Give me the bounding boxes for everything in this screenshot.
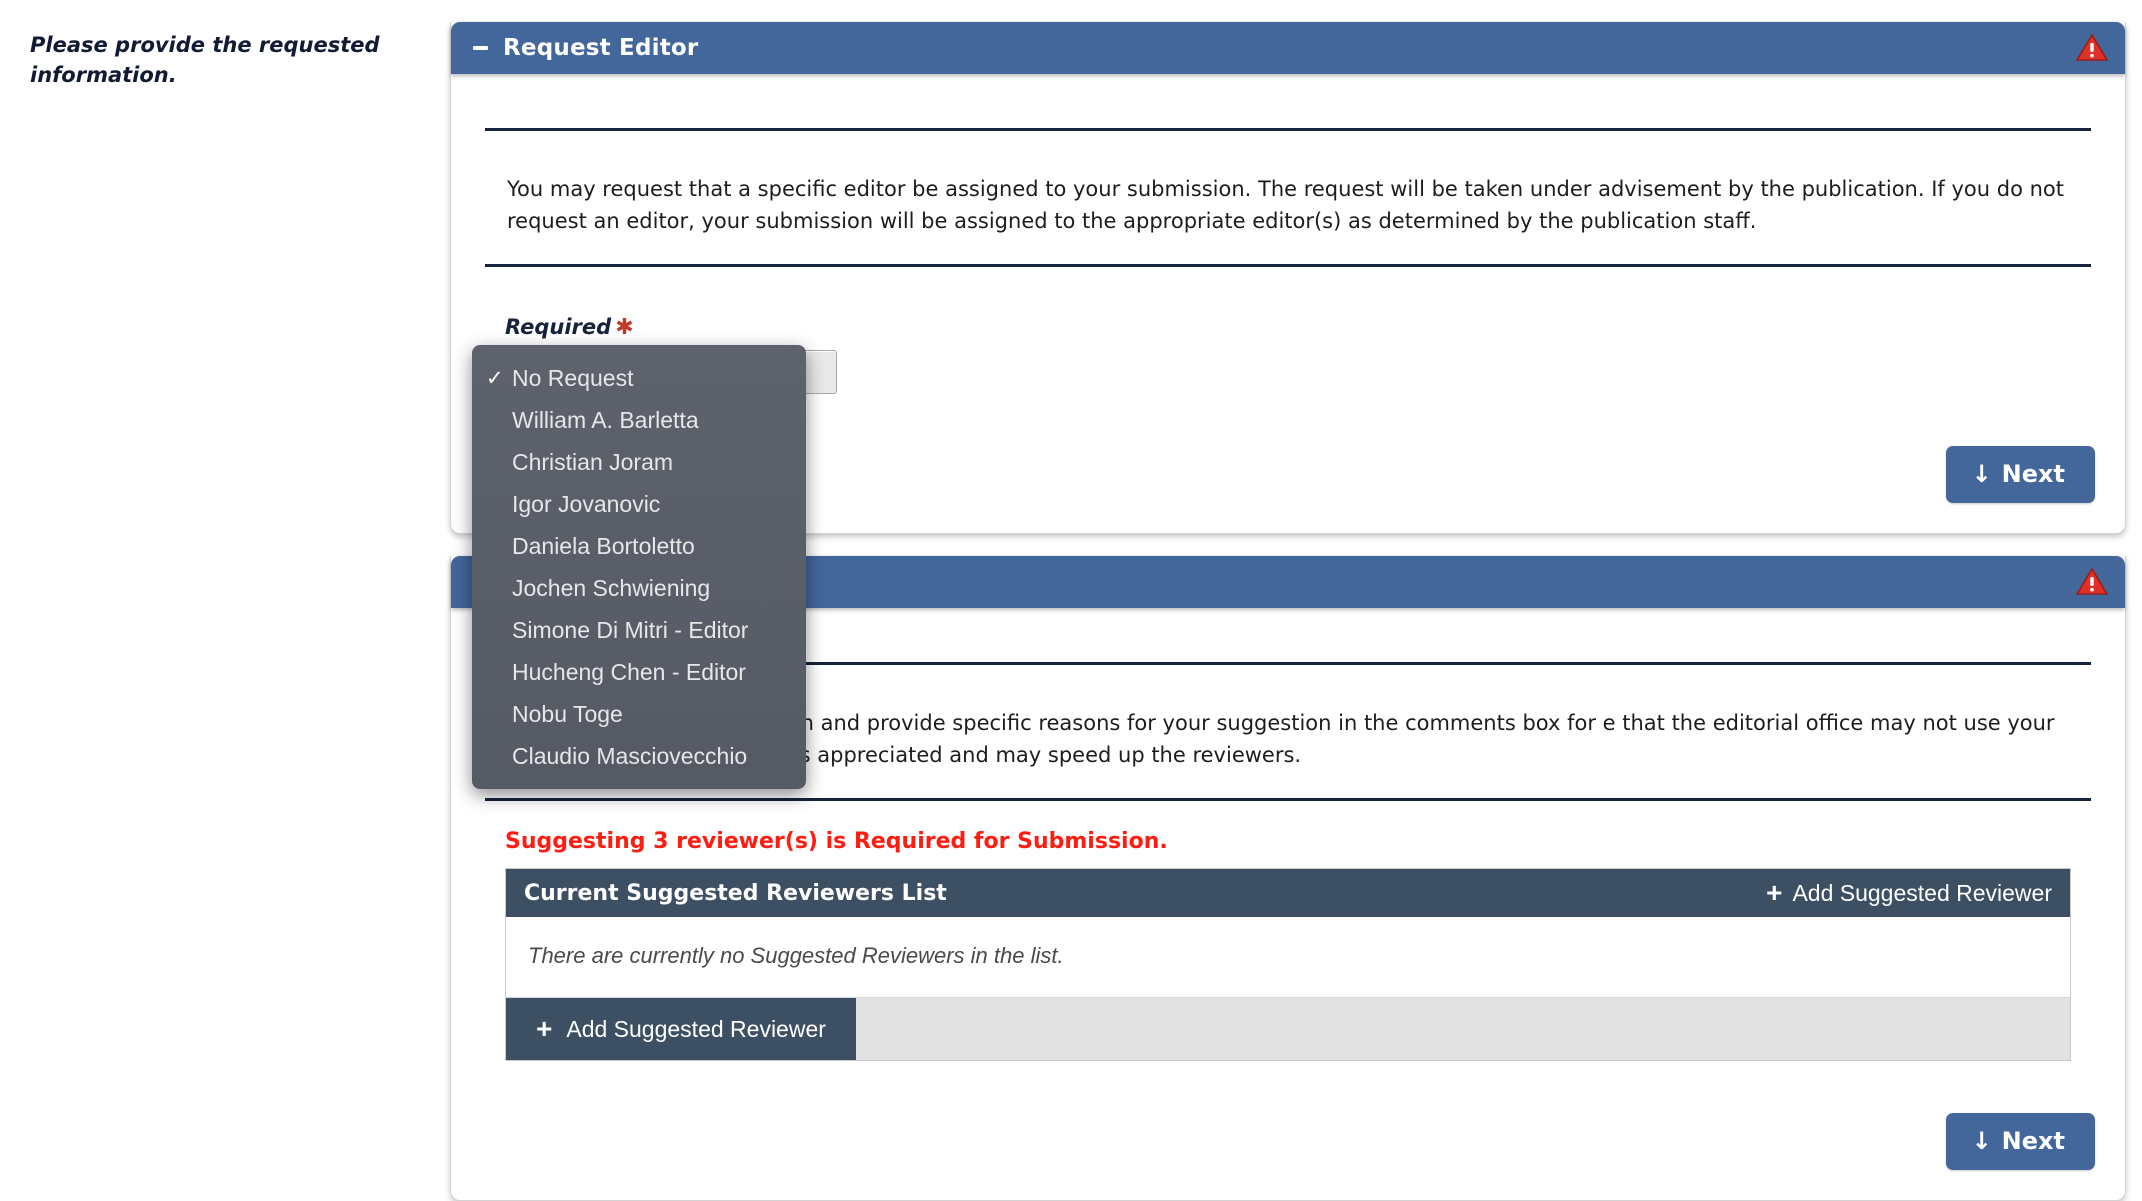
plus-icon: + [536,1013,553,1044]
dropdown-option-label: Daniela Bortoletto [512,532,695,559]
arrow-down-icon: ↓ [1971,1127,1992,1155]
dropdown-option[interactable]: Claudio Masciovecchio [472,735,806,777]
check-icon: ✓ [486,366,504,390]
required-field-label: Required ✱ [505,315,2091,340]
dropdown-option-label: Claudio Masciovecchio [512,742,748,769]
instruction-text: Please provide the requested information… [30,33,380,88]
minus-icon[interactable] [471,37,493,59]
dropdown-option-label: Christian Joram [512,448,674,475]
plus-icon: + [1766,877,1783,908]
dropdown-option[interactable]: Christian Joram [472,441,806,483]
instruction-column: Please provide the requested information… [30,30,410,91]
dropdown-option[interactable]: William A. Barletta [472,399,806,441]
request-editor-info-text: You may request that a specific editor b… [507,177,2064,233]
divider-bottom [485,798,2091,801]
suggested-reviewers-list-title: Current Suggested Reviewers List [524,880,947,906]
required-label-text: Required [505,315,612,339]
dropdown-option-label: Simone Di Mitri - Editor [512,616,749,643]
dropdown-option[interactable]: Jochen Schwiening [472,567,806,609]
suggest-reviewers-panel-footer: ↓ Next [451,1087,2125,1200]
suggested-reviewers-empty-message: There are currently no Suggested Reviewe… [506,917,2070,998]
add-suggested-reviewer-header-label: Add Suggested Reviewer [1792,879,2052,906]
dropdown-option[interactable]: ✓ No Request [472,357,806,399]
request-editor-panel-header[interactable]: Request Editor [451,22,2125,74]
add-suggested-reviewer-footer-label: Add Suggested Reviewer [566,1015,826,1042]
warning-triangle-icon [2075,567,2109,597]
suggest-reviewers-required-note: Suggesting 3 reviewer(s) is Required for… [505,829,1168,854]
add-suggested-reviewer-footer-button[interactable]: + Add Suggested Reviewer [506,998,856,1060]
warning-triangle-icon [2075,33,2109,63]
add-suggested-reviewer-header-button[interactable]: + Add Suggested Reviewer [1766,879,2052,907]
dropdown-option[interactable]: Simone Di Mitri - Editor [472,609,806,651]
dropdown-option[interactable]: Daniela Bortoletto [472,525,806,567]
dropdown-option[interactable]: Nobu Toge [472,693,806,735]
suggested-reviewers-list-footer: + Add Suggested Reviewer [506,998,2070,1060]
dropdown-option-label: Jochen Schwiening [512,574,711,601]
next-button-top[interactable]: ↓ Next [1945,446,2095,503]
next-button-top-label: Next [2001,460,2065,488]
dropdown-option-label: William A. Barletta [512,406,699,433]
divider-top [485,128,2091,131]
dropdown-option[interactable]: Hucheng Chen - Editor [472,651,806,693]
required-asterisk-icon: ✱ [615,315,634,340]
divider-bottom [485,264,2091,267]
next-button-bottom[interactable]: ↓ Next [1945,1113,2095,1170]
dropdown-option[interactable]: Igor Jovanovic [472,483,806,525]
suggested-reviewers-list: Current Suggested Reviewers List + Add S… [505,868,2071,1061]
editor-request-dropdown-menu[interactable]: ✓ No Request William A. Barletta Christi… [472,345,806,789]
next-button-bottom-label: Next [2001,1127,2065,1155]
dropdown-option-label: No Request [512,364,634,391]
arrow-down-icon: ↓ [1971,460,1992,488]
request-editor-panel-title: Request Editor [503,35,699,61]
dropdown-option-label: Nobu Toge [512,700,623,727]
suggested-reviewers-list-header: Current Suggested Reviewers List + Add S… [506,869,2070,917]
dropdown-option-label: Hucheng Chen - Editor [512,658,746,685]
dropdown-option-label: Igor Jovanovic [512,490,661,517]
